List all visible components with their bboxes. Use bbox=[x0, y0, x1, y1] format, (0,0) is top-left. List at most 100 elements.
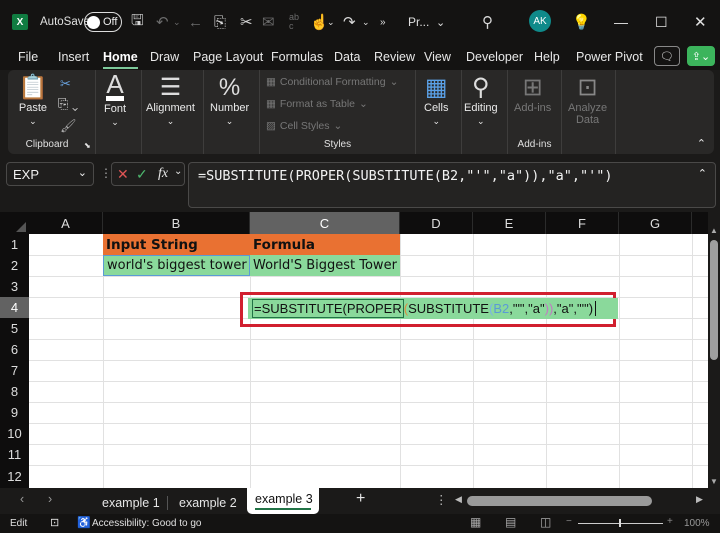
alignment-button[interactable]: ☰ Alignment ⌄ bbox=[146, 74, 195, 127]
sheet-tab-example-3[interactable]: example 3 bbox=[247, 488, 319, 514]
row-header-1[interactable]: 1 bbox=[0, 234, 29, 255]
row-header-9[interactable]: 9 bbox=[0, 402, 29, 423]
cell-c4-editing[interactable]: =SUBSTITUTE(PROPER(SUBSTITUTE(B2 ,"'","a"… bbox=[248, 298, 618, 319]
column-header-f[interactable]: F bbox=[546, 212, 619, 234]
chevron-down-icon[interactable]: ⌄ bbox=[78, 166, 87, 179]
sheet-tab-example-2[interactable]: example 2 bbox=[179, 496, 237, 510]
redo-dropdown-icon[interactable]: ⌄ bbox=[362, 12, 370, 32]
collapse-ribbon-icon[interactable]: ⌃ bbox=[697, 137, 706, 150]
analyze-data-button[interactable]: ⊡ Analyze Data bbox=[568, 74, 607, 126]
row-header-2[interactable]: 2 bbox=[0, 255, 29, 276]
row-header-12[interactable]: 12 bbox=[0, 465, 29, 488]
tab-draw[interactable]: Draw bbox=[150, 50, 179, 64]
paste-button[interactable]: 📋 Paste ⌄ bbox=[18, 74, 48, 127]
vertical-scroll-thumb[interactable] bbox=[710, 240, 718, 360]
tab-help[interactable]: Help bbox=[534, 50, 560, 64]
zoom-slider-thumb[interactable] bbox=[619, 519, 621, 527]
add-ins-button[interactable]: ⊞ Add-ins bbox=[514, 74, 551, 114]
autosave-toggle[interactable]: Off bbox=[84, 12, 122, 32]
accessibility-status[interactable]: Accessibility: Good to go bbox=[92, 518, 202, 529]
row-header-10[interactable]: 10 bbox=[0, 423, 29, 444]
save-icon[interactable]: 🖫 bbox=[131, 12, 144, 32]
previous-sheet-icon[interactable]: ‹ bbox=[20, 492, 24, 506]
add-sheet-button[interactable]: + bbox=[356, 490, 365, 508]
number-button[interactable]: % Number ⌄ bbox=[210, 74, 249, 127]
copy-icon[interactable]: ⎘ ⌄ bbox=[58, 96, 78, 112]
enter-icon[interactable]: ✓ bbox=[136, 166, 148, 183]
select-all-button[interactable] bbox=[0, 212, 29, 234]
cell-styles-button[interactable]: ▨ Cell Styles ⌄ bbox=[266, 120, 342, 132]
cells-button[interactable]: ▦ Cells ⌄ bbox=[424, 74, 448, 127]
tab-insert[interactable]: Insert bbox=[58, 50, 89, 64]
tab-formulas[interactable]: Formulas bbox=[271, 50, 323, 64]
row-header-3[interactable]: 3 bbox=[0, 276, 29, 297]
row-header-8[interactable]: 8 bbox=[0, 381, 29, 402]
page-layout-view-icon[interactable]: ▤ bbox=[505, 515, 516, 529]
tab-file[interactable]: File bbox=[18, 50, 38, 64]
close-icon[interactable]: ✕ bbox=[694, 12, 707, 32]
conditional-formatting-button[interactable]: ▦ Conditional Formatting ⌄ bbox=[266, 76, 398, 88]
row-header-7[interactable]: 7 bbox=[0, 360, 29, 381]
scroll-left-icon[interactable]: ◀ bbox=[455, 494, 462, 505]
column-header-b[interactable]: B bbox=[103, 212, 250, 234]
redo-icon[interactable]: ↷ bbox=[343, 12, 356, 32]
more-tabs-icon[interactable]: ⋮ bbox=[435, 492, 448, 507]
tab-power-pivot[interactable]: Power Pivot bbox=[576, 50, 643, 64]
column-header-c[interactable]: C bbox=[250, 212, 400, 234]
title-dropdown-icon[interactable]: ⌄ bbox=[436, 12, 445, 32]
chevron-down-icon[interactable]: ⌄ bbox=[174, 166, 182, 177]
cell-c2[interactable]: World'S Biggest Tower bbox=[250, 255, 400, 276]
column-header-d[interactable]: D bbox=[400, 212, 473, 234]
cut-icon[interactable]: ✂ bbox=[60, 76, 71, 92]
accessibility-icon[interactable]: ♿ bbox=[77, 516, 91, 529]
font-button[interactable]: A Font ⌄ bbox=[104, 71, 126, 128]
macro-recording-icon[interactable]: ⊡ bbox=[50, 516, 59, 529]
lightbulb-icon[interactable]: 💡 bbox=[572, 12, 591, 32]
cell-c1[interactable]: Formula bbox=[250, 234, 400, 255]
scroll-up-icon[interactable]: ▲ bbox=[710, 226, 718, 235]
cell-b2[interactable]: world's biggest tower bbox=[103, 255, 250, 276]
document-title[interactable]: Pr... bbox=[408, 12, 429, 32]
column-header-e[interactable]: E bbox=[473, 212, 546, 234]
back-icon[interactable]: ← bbox=[188, 12, 203, 32]
name-box[interactable]: EXP ⌄ bbox=[6, 162, 94, 186]
copy-icon[interactable]: ⎘ bbox=[214, 12, 226, 32]
zoom-level[interactable]: 100% bbox=[684, 518, 710, 529]
undo-dropdown-icon[interactable]: ⌄ bbox=[173, 12, 181, 32]
email-icon[interactable]: ✉ bbox=[262, 12, 275, 32]
zoom-in-icon[interactable]: + bbox=[667, 516, 673, 527]
tab-data[interactable]: Data bbox=[334, 50, 360, 64]
normal-view-icon[interactable]: ▦ bbox=[470, 515, 481, 529]
column-header-a[interactable]: A bbox=[29, 212, 103, 234]
touch-mode-icon[interactable]: ☝ bbox=[310, 12, 329, 32]
comments-button[interactable]: 🗨 bbox=[654, 46, 680, 66]
format-painter-icon[interactable]: 🖌 bbox=[60, 118, 77, 134]
row-header-4[interactable]: 4 bbox=[0, 297, 29, 318]
editing-button[interactable]: ⚲ Editing ⌄ bbox=[464, 74, 498, 127]
collapse-formula-bar-icon[interactable]: ⌃ bbox=[698, 167, 707, 180]
insert-function-icon[interactable]: fx bbox=[158, 166, 168, 182]
row-header-11[interactable]: 11 bbox=[0, 444, 29, 465]
avatar[interactable]: AK bbox=[529, 10, 551, 32]
tab-developer[interactable]: Developer bbox=[466, 50, 523, 64]
zoom-out-icon[interactable]: − bbox=[566, 516, 572, 527]
sheet-tab-example-1[interactable]: example 1 bbox=[102, 496, 160, 510]
column-header-g[interactable]: G bbox=[619, 212, 692, 234]
dialog-launcher-icon[interactable]: ⬊ bbox=[84, 141, 91, 150]
format-as-table-button[interactable]: ▦ Format as Table ⌄ bbox=[266, 98, 368, 110]
minimize-icon[interactable]: — bbox=[614, 12, 628, 32]
search-icon[interactable]: ⚲ bbox=[482, 12, 493, 32]
share-button[interactable]: ⇪⌄ bbox=[687, 46, 715, 66]
vertical-scrollbar[interactable]: ▲ ▼ bbox=[708, 212, 720, 488]
cell-b1[interactable]: Input String bbox=[103, 234, 250, 255]
formula-input[interactable]: =SUBSTITUTE(PROPER(SUBSTITUTE(B2,"'","a"… bbox=[188, 162, 716, 208]
next-sheet-icon[interactable]: › bbox=[48, 492, 52, 506]
horizontal-scroll-thumb[interactable] bbox=[467, 496, 652, 506]
cut-icon[interactable]: ✂ bbox=[240, 12, 253, 32]
more-commands-icon[interactable]: » bbox=[380, 12, 386, 32]
maximize-icon[interactable]: ☐ bbox=[655, 12, 668, 32]
spelling-icon[interactable]: ab c bbox=[289, 12, 299, 32]
tab-home[interactable]: Home bbox=[103, 50, 138, 69]
row-header-6[interactable]: 6 bbox=[0, 339, 29, 360]
page-break-view-icon[interactable]: ◫ bbox=[540, 515, 551, 529]
